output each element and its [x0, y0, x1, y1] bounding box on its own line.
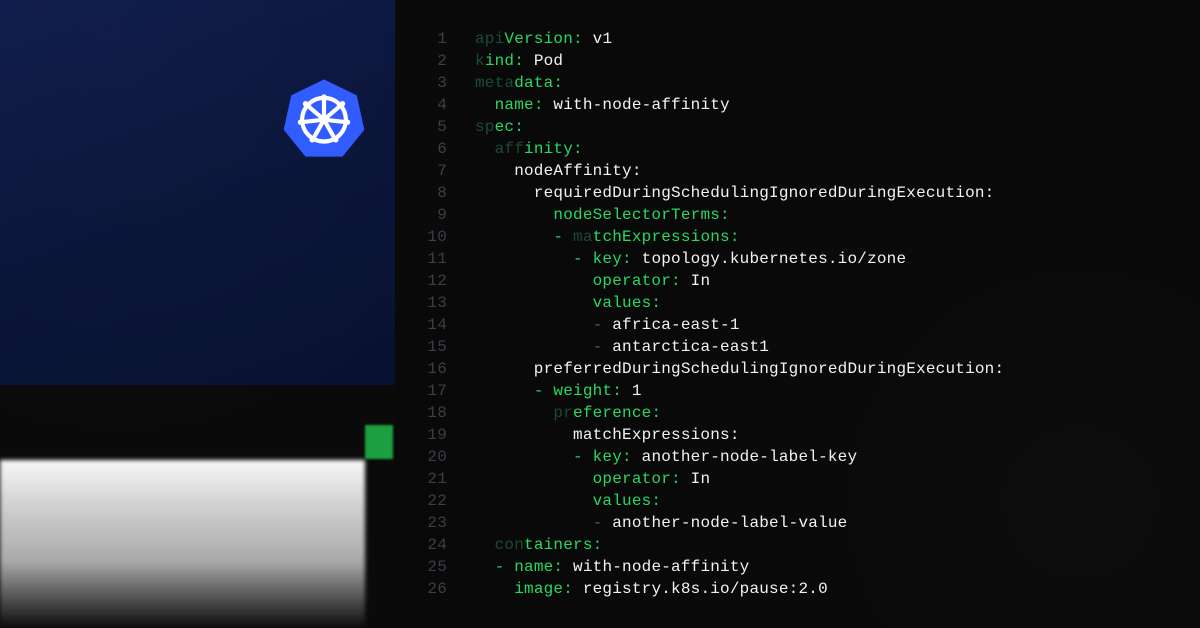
code-line: 1apiVersion: v1 — [427, 28, 1180, 50]
code-content: values: — [475, 490, 661, 512]
line-number: 18 — [427, 402, 475, 424]
code-line: 12 operator: In — [427, 270, 1180, 292]
line-number: 1 — [427, 28, 475, 50]
code-line: 20 - key: another-node-label-key — [427, 446, 1180, 468]
line-number: 5 — [427, 116, 475, 138]
code-content: kind: Pod — [475, 50, 563, 72]
code-line: 11 - key: topology.kubernetes.io/zone — [427, 248, 1180, 270]
code-content: apiVersion: v1 — [475, 28, 612, 50]
decorative-green-sliver — [365, 425, 393, 459]
code-content: - key: another-node-label-key — [475, 446, 857, 468]
code-line: 3metadata: — [427, 72, 1180, 94]
line-number: 17 — [427, 380, 475, 402]
code-content: operator: In — [475, 270, 710, 292]
code-content: - africa-east-1 — [475, 314, 740, 336]
code-line: 25 - name: with-node-affinity — [427, 556, 1180, 578]
code-content: nodeAffinity: — [475, 160, 642, 182]
code-content: requiredDuringSchedulingIgnoredDuringExe… — [475, 182, 994, 204]
code-content: preference: — [475, 402, 661, 424]
code-line: 26 image: registry.k8s.io/pause:2.0 — [427, 578, 1180, 600]
line-number: 22 — [427, 490, 475, 512]
code-line: 2kind: Pod — [427, 50, 1180, 72]
code-content: name: with-node-affinity — [475, 94, 730, 116]
code-content: - name: with-node-affinity — [475, 556, 749, 578]
line-number: 6 — [427, 138, 475, 160]
line-number: 11 — [427, 248, 475, 270]
code-line: 10 - matchExpressions: — [427, 226, 1180, 248]
line-number: 26 — [427, 578, 475, 600]
line-number: 23 — [427, 512, 475, 534]
code-content: - weight: 1 — [475, 380, 642, 402]
line-number: 21 — [427, 468, 475, 490]
code-line: 23 - another-node-label-value — [427, 512, 1180, 534]
code-line: 22 values: — [427, 490, 1180, 512]
code-content: image: registry.k8s.io/pause:2.0 — [475, 578, 828, 600]
line-number: 15 — [427, 336, 475, 358]
code-line: 4 name: with-node-affinity — [427, 94, 1180, 116]
line-number: 25 — [427, 556, 475, 578]
line-number: 9 — [427, 204, 475, 226]
code-content: values: — [475, 292, 661, 314]
code-content: spec: — [475, 116, 524, 138]
decorative-navy-card — [0, 0, 415, 385]
line-number: 16 — [427, 358, 475, 380]
code-line: 7 nodeAffinity: — [427, 160, 1180, 182]
code-content: matchExpressions: — [475, 424, 740, 446]
code-content: metadata: — [475, 72, 563, 94]
code-content: affinity: — [475, 138, 583, 160]
line-number: 4 — [427, 94, 475, 116]
line-number: 2 — [427, 50, 475, 72]
code-line: 18 preference: — [427, 402, 1180, 424]
code-line: 14 - africa-east-1 — [427, 314, 1180, 336]
decorative-light-band — [0, 460, 365, 628]
code-line: 6 affinity: — [427, 138, 1180, 160]
line-number: 12 — [427, 270, 475, 292]
line-number: 8 — [427, 182, 475, 204]
code-content: containers: — [475, 534, 602, 556]
code-content: - matchExpressions: — [475, 226, 740, 248]
line-number: 13 — [427, 292, 475, 314]
line-number: 7 — [427, 160, 475, 182]
code-line: 15 - antarctica-east1 — [427, 336, 1180, 358]
code-line: 17 - weight: 1 — [427, 380, 1180, 402]
code-content: preferredDuringSchedulingIgnoredDuringEx… — [475, 358, 1004, 380]
code-line: 13 values: — [427, 292, 1180, 314]
code-line: 8 requiredDuringSchedulingIgnoredDuringE… — [427, 182, 1180, 204]
code-line: 24 containers: — [427, 534, 1180, 556]
line-number: 3 — [427, 72, 475, 94]
code-line: 16 preferredDuringSchedulingIgnoredDurin… — [427, 358, 1180, 380]
code-content: nodeSelectorTerms: — [475, 204, 730, 226]
line-number: 10 — [427, 226, 475, 248]
line-number: 20 — [427, 446, 475, 468]
code-lines: 1apiVersion: v12kind: Pod3metadata:4 nam… — [427, 28, 1180, 600]
code-content: - another-node-label-value — [475, 512, 847, 534]
code-content: - key: topology.kubernetes.io/zone — [475, 248, 906, 270]
code-line: 5spec: — [427, 116, 1180, 138]
line-number: 19 — [427, 424, 475, 446]
line-number: 14 — [427, 314, 475, 336]
code-line: 9 nodeSelectorTerms: — [427, 204, 1180, 226]
code-editor: 1apiVersion: v12kind: Pod3metadata:4 nam… — [395, 0, 1200, 628]
kubernetes-logo-icon — [282, 76, 366, 160]
line-number: 24 — [427, 534, 475, 556]
code-line: 21 operator: In — [427, 468, 1180, 490]
code-line: 19 matchExpressions: — [427, 424, 1180, 446]
code-content: operator: In — [475, 468, 710, 490]
code-content: - antarctica-east1 — [475, 336, 769, 358]
